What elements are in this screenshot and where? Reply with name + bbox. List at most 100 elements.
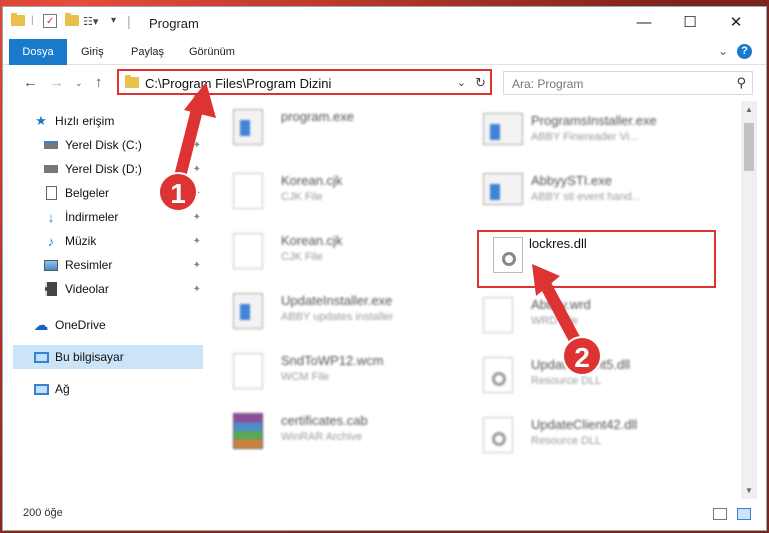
recent-locations-icon[interactable]: ⌄ bbox=[75, 78, 83, 89]
scroll-thumb[interactable] bbox=[744, 123, 754, 171]
sidebar-item-videos[interactable]: Videolar ✦ bbox=[43, 277, 203, 301]
file-name: SndToWP12.wcm bbox=[281, 353, 384, 368]
sidebar-item-label: Hızlı erişim bbox=[55, 114, 115, 128]
file-item[interactable]: Korean.cjk CJK File bbox=[213, 225, 453, 277]
file-type: Resource DLL bbox=[531, 375, 602, 387]
sidebar-item-label: Ağ bbox=[55, 382, 70, 396]
exe-file-icon bbox=[483, 113, 523, 145]
file-name: ProgramsInstaller.exe bbox=[531, 113, 657, 128]
close-button[interactable]: ✕ bbox=[713, 7, 759, 37]
file-type: WCM File bbox=[281, 371, 330, 383]
search-box[interactable]: Ara: Program ⚲ bbox=[503, 71, 753, 95]
sidebar-item-pictures[interactable]: Resimler ✦ bbox=[43, 253, 203, 277]
pin-icon[interactable]: ✦ bbox=[193, 212, 201, 223]
highlight-box bbox=[477, 230, 716, 288]
refresh-icon[interactable]: ↻ bbox=[475, 75, 486, 91]
file-name: UpdateInstaller.exe bbox=[281, 293, 393, 308]
large-icons-view-icon[interactable] bbox=[737, 508, 751, 520]
vertical-scrollbar[interactable]: ▲ ▼ bbox=[741, 101, 757, 499]
file-name: Korean.cjk bbox=[281, 233, 343, 248]
up-icon[interactable]: ↑ bbox=[95, 74, 103, 91]
file-item[interactable]: ProgramsInstaller.exe ABBY Finereader Vi… bbox=[463, 105, 703, 157]
file-name: program.exe bbox=[281, 109, 354, 124]
sidebar-item-label: Yerel Disk (D:) bbox=[65, 162, 142, 176]
collapse-ribbon-icon[interactable]: ⌄ bbox=[718, 44, 728, 58]
file-item[interactable]: Korean.cjk CJK File bbox=[213, 165, 453, 217]
music-icon: ♪ bbox=[47, 233, 55, 249]
scroll-down-icon[interactable]: ▼ bbox=[745, 486, 753, 495]
file-item[interactable]: UpdateInstaller.exe ABBY updates install… bbox=[213, 285, 453, 337]
star-icon: ★ bbox=[35, 113, 47, 128]
file-type: ABBY Finereader Vi... bbox=[531, 131, 639, 143]
sidebar-item-label: Videolar bbox=[65, 282, 109, 296]
item-count: 200 öğe bbox=[23, 507, 63, 519]
status-bar: 200 öğe bbox=[3, 499, 766, 530]
properties-icon[interactable]: ✓ bbox=[43, 14, 57, 28]
title-divider: | bbox=[127, 13, 131, 29]
pin-icon[interactable]: ✦ bbox=[193, 236, 201, 247]
sidebar-item-this-pc[interactable]: Bu bilgisayar bbox=[13, 345, 203, 369]
sidebar-item-label: Müzik bbox=[65, 234, 97, 248]
tab-home[interactable]: Giriş bbox=[71, 39, 114, 65]
file-name: UpdateClient42.dll bbox=[531, 417, 638, 432]
file-icon bbox=[483, 297, 513, 333]
network-icon bbox=[33, 381, 49, 397]
computer-icon bbox=[33, 349, 49, 365]
exe-file-icon bbox=[483, 173, 523, 205]
new-folder-icon[interactable] bbox=[65, 13, 79, 26]
scroll-up-icon[interactable]: ▲ bbox=[745, 105, 753, 114]
sidebar-item-label: İndirmeler bbox=[65, 210, 119, 224]
pin-icon[interactable]: ✦ bbox=[193, 284, 201, 295]
sidebar-item-label: OneDrive bbox=[55, 318, 106, 332]
file-item[interactable]: SndToWP12.wcm WCM File bbox=[213, 345, 453, 397]
window-title: Program bbox=[149, 16, 199, 31]
sidebar-item-label: Belgeler bbox=[65, 186, 110, 200]
address-dropdown-icon[interactable]: ⌄ bbox=[457, 76, 466, 89]
separator: | bbox=[31, 15, 34, 26]
file-type: Resource DLL bbox=[531, 435, 602, 447]
exe-file-icon bbox=[233, 109, 263, 145]
file-item[interactable]: AbbyySTI.exe ABBY sti event hand... bbox=[463, 165, 703, 217]
ribbon: Dosya Giriş Paylaş Görünüm ⌄ ? bbox=[3, 39, 766, 65]
details-view-icon[interactable] bbox=[713, 508, 727, 520]
cloud-icon: ☁ bbox=[33, 317, 49, 334]
documents-icon bbox=[43, 185, 59, 201]
file-icon bbox=[233, 233, 263, 269]
help-icon[interactable]: ? bbox=[737, 44, 752, 59]
callout-badge-2: 2 bbox=[562, 336, 602, 376]
navigation-bar: ← → ⌄ ↑ C:\Program Files\Program Dizini … bbox=[3, 65, 766, 101]
file-name: certificates.cab bbox=[281, 413, 368, 428]
file-type: ABBY updates installer bbox=[281, 311, 394, 323]
sidebar-item-network[interactable]: Ağ bbox=[33, 377, 203, 401]
file-item[interactable]: UpdateClient42.dll Resource DLL bbox=[463, 409, 703, 461]
drive-icon bbox=[43, 161, 59, 177]
tab-file[interactable]: Dosya bbox=[9, 39, 67, 65]
file-icon bbox=[233, 353, 263, 389]
file-list: program.exe Korean.cjk CJK File Korean.c… bbox=[213, 101, 741, 499]
folder-icon bbox=[11, 13, 25, 26]
minimize-button[interactable]: — bbox=[621, 7, 667, 37]
title-bar: | ✓ ☷▾ ▾ | Program — ☐ ✕ bbox=[3, 7, 766, 39]
explorer-window: | ✓ ☷▾ ▾ | Program — ☐ ✕ Dosya Giriş Pay… bbox=[2, 6, 767, 531]
file-type: WinRAR Archive bbox=[281, 431, 363, 443]
file-item[interactable]: certificates.cab WinRAR Archive bbox=[213, 405, 453, 457]
sidebar-item-music[interactable]: ♪ Müzik ✦ bbox=[43, 229, 203, 253]
pin-icon[interactable]: ✦ bbox=[193, 260, 201, 271]
exe-file-icon bbox=[233, 293, 263, 329]
drive-icon bbox=[43, 137, 59, 153]
tab-view[interactable]: Görünüm bbox=[179, 39, 245, 65]
customize-toolbar-icon[interactable]: ▾ bbox=[111, 15, 116, 26]
callout-badge-1: 1 bbox=[158, 172, 198, 212]
maximize-button[interactable]: ☐ bbox=[667, 7, 713, 37]
sidebar-item-label: Resimler bbox=[65, 258, 113, 272]
forward-icon[interactable]: → bbox=[49, 74, 64, 91]
view-icon[interactable]: ☷▾ bbox=[83, 15, 98, 28]
address-folder-icon bbox=[125, 75, 139, 88]
file-name: Korean.cjk bbox=[281, 173, 343, 188]
search-placeholder: Ara: Program bbox=[512, 77, 584, 91]
file-item[interactable]: program.exe bbox=[213, 101, 453, 153]
back-icon[interactable]: ← bbox=[23, 74, 38, 91]
search-icon: ⚲ bbox=[736, 75, 746, 90]
sidebar-item-onedrive[interactable]: ☁ OneDrive bbox=[33, 313, 203, 337]
tab-share[interactable]: Paylaş bbox=[121, 39, 174, 65]
